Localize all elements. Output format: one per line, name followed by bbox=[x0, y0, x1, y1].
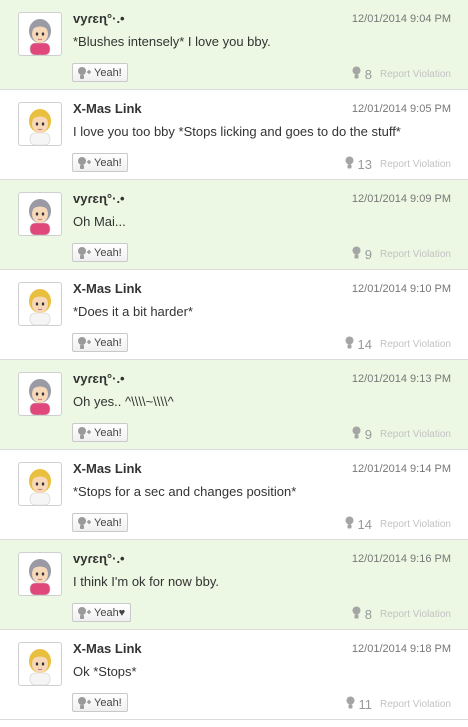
post-item: vyɾɛɳ°·.• 12/01/2014 9:13 PM Oh yes.. ^\… bbox=[0, 360, 468, 450]
yeah-button[interactable]: Yeah♥ bbox=[72, 603, 132, 622]
yeah-count-icon bbox=[351, 246, 362, 262]
post-item: vyɾɛɳ°·.• 12/01/2014 9:16 PM I think I'm… bbox=[0, 540, 468, 630]
yeah-button[interactable]: Yeah! bbox=[72, 693, 128, 712]
yeah-count-icon bbox=[344, 336, 355, 352]
yeah-count-icon bbox=[344, 156, 355, 172]
author-name[interactable]: X-Mas Link bbox=[73, 641, 142, 656]
post-timestamp: 12/01/2014 9:05 PM bbox=[351, 103, 451, 115]
yeah-icon bbox=[76, 156, 92, 170]
yeah-count: 14 bbox=[344, 336, 372, 352]
yeah-label: Yeah! bbox=[94, 516, 122, 529]
post-item: vyɾɛɳ°·.• 12/01/2014 9:09 PM Oh Mai... Y… bbox=[0, 180, 468, 270]
yeah-count-icon bbox=[345, 696, 356, 712]
gray-hair-avatar[interactable] bbox=[18, 552, 62, 596]
yeah-count-icon bbox=[344, 516, 355, 532]
post-timestamp: 12/01/2014 9:04 PM bbox=[351, 13, 451, 25]
author-name[interactable]: vyɾɛɳ°·.• bbox=[73, 11, 125, 26]
post-text: Ok *Stops* bbox=[73, 664, 137, 679]
yeah-count-value: 11 bbox=[358, 696, 373, 712]
post-item: X-Mas Link 12/01/2014 9:10 PM *Does it a… bbox=[0, 270, 468, 360]
yeah-count-icon bbox=[351, 606, 362, 622]
yeah-count-value: 14 bbox=[357, 516, 372, 532]
author-name[interactable]: vyɾɛɳ°·.• bbox=[73, 551, 125, 566]
post-text: Oh Mai... bbox=[73, 214, 126, 229]
yeah-icon bbox=[76, 516, 92, 530]
post-text: *Blushes intensely* I love you bby. bbox=[73, 34, 271, 49]
yeah-count-value: 13 bbox=[357, 156, 372, 172]
post-text: *Does it a bit harder* bbox=[73, 304, 193, 319]
yeah-icon bbox=[76, 66, 92, 80]
author-name[interactable]: X-Mas Link bbox=[73, 281, 142, 296]
author-name[interactable]: X-Mas Link bbox=[73, 461, 142, 476]
report-violation-link[interactable]: Report Violation bbox=[380, 69, 451, 80]
post-feed: vyɾɛɳ°·.• 12/01/2014 9:04 PM *Blushes in… bbox=[0, 0, 468, 720]
yeah-icon bbox=[76, 336, 92, 350]
yeah-label: Yeah! bbox=[94, 426, 122, 439]
post-timestamp: 12/01/2014 9:13 PM bbox=[351, 373, 451, 385]
yeah-icon bbox=[76, 696, 92, 710]
yeah-count-value: 9 bbox=[364, 426, 372, 442]
yeah-icon bbox=[76, 426, 92, 440]
yeah-button[interactable]: Yeah! bbox=[72, 243, 128, 262]
gray-hair-avatar[interactable] bbox=[18, 12, 62, 56]
yeah-count-value: 9 bbox=[364, 246, 372, 262]
report-violation-link[interactable]: Report Violation bbox=[380, 519, 451, 530]
report-violation-link[interactable]: Report Violation bbox=[380, 159, 451, 170]
blonde-avatar[interactable] bbox=[18, 462, 62, 506]
post-item: X-Mas Link 12/01/2014 9:14 PM *Stops for… bbox=[0, 450, 468, 540]
yeah-count: 9 bbox=[351, 426, 372, 442]
yeah-icon bbox=[76, 246, 92, 260]
blonde-avatar[interactable] bbox=[18, 102, 62, 146]
yeah-button[interactable]: Yeah! bbox=[72, 153, 128, 172]
yeah-count-icon bbox=[351, 66, 362, 82]
yeah-count-value: 14 bbox=[357, 336, 372, 352]
post-timestamp: 12/01/2014 9:18 PM bbox=[351, 643, 451, 655]
blonde-avatar[interactable] bbox=[18, 282, 62, 326]
report-violation-link[interactable]: Report Violation bbox=[380, 249, 451, 260]
yeah-label: Yeah! bbox=[94, 696, 122, 709]
yeah-count: 13 bbox=[344, 156, 372, 172]
yeah-count-value: 8 bbox=[364, 606, 372, 622]
yeah-count-icon bbox=[351, 426, 362, 442]
post-text: I love you too bby *Stops licking and go… bbox=[73, 124, 401, 139]
yeah-count: 8 bbox=[351, 606, 372, 622]
report-violation-link[interactable]: Report Violation bbox=[380, 609, 451, 620]
post-timestamp: 12/01/2014 9:14 PM bbox=[351, 463, 451, 475]
yeah-label: Yeah! bbox=[94, 246, 122, 259]
yeah-button[interactable]: Yeah! bbox=[72, 513, 128, 532]
yeah-button[interactable]: Yeah! bbox=[72, 63, 128, 82]
gray-hair-avatar[interactable] bbox=[18, 372, 62, 416]
post-text: Oh yes.. ^\\\\~\\\\^ bbox=[73, 394, 174, 409]
author-name[interactable]: vyɾɛɳ°·.• bbox=[73, 371, 125, 386]
post-item: vyɾɛɳ°·.• 12/01/2014 9:04 PM *Blushes in… bbox=[0, 0, 468, 90]
report-violation-link[interactable]: Report Violation bbox=[380, 699, 451, 710]
gray-hair-avatar[interactable] bbox=[18, 192, 62, 236]
blonde-avatar[interactable] bbox=[18, 642, 62, 686]
yeah-label: Yeah! bbox=[94, 336, 122, 349]
post-text: *Stops for a sec and changes position* bbox=[73, 484, 297, 499]
post-text: I think I'm ok for now bby. bbox=[73, 574, 220, 589]
yeah-button[interactable]: Yeah! bbox=[72, 333, 128, 352]
post-item: X-Mas Link 12/01/2014 9:18 PM Ok *Stops*… bbox=[0, 630, 468, 720]
author-name[interactable]: X-Mas Link bbox=[73, 101, 142, 116]
yeah-count-value: 8 bbox=[364, 66, 372, 82]
author-name[interactable]: vyɾɛɳ°·.• bbox=[73, 191, 125, 206]
yeah-label: Yeah♥ bbox=[94, 606, 126, 619]
post-timestamp: 12/01/2014 9:16 PM bbox=[351, 553, 451, 565]
post-timestamp: 12/01/2014 9:09 PM bbox=[351, 193, 451, 205]
yeah-icon bbox=[76, 606, 92, 620]
yeah-count: 11 bbox=[345, 696, 373, 712]
post-item: X-Mas Link 12/01/2014 9:05 PM I love you… bbox=[0, 90, 468, 180]
post-timestamp: 12/01/2014 9:10 PM bbox=[351, 283, 451, 295]
yeah-count: 8 bbox=[351, 66, 372, 82]
report-violation-link[interactable]: Report Violation bbox=[380, 429, 451, 440]
yeah-count: 9 bbox=[351, 246, 372, 262]
yeah-label: Yeah! bbox=[94, 156, 122, 169]
report-violation-link[interactable]: Report Violation bbox=[380, 339, 451, 350]
yeah-button[interactable]: Yeah! bbox=[72, 423, 128, 442]
yeah-count: 14 bbox=[344, 516, 372, 532]
yeah-label: Yeah! bbox=[94, 66, 122, 79]
